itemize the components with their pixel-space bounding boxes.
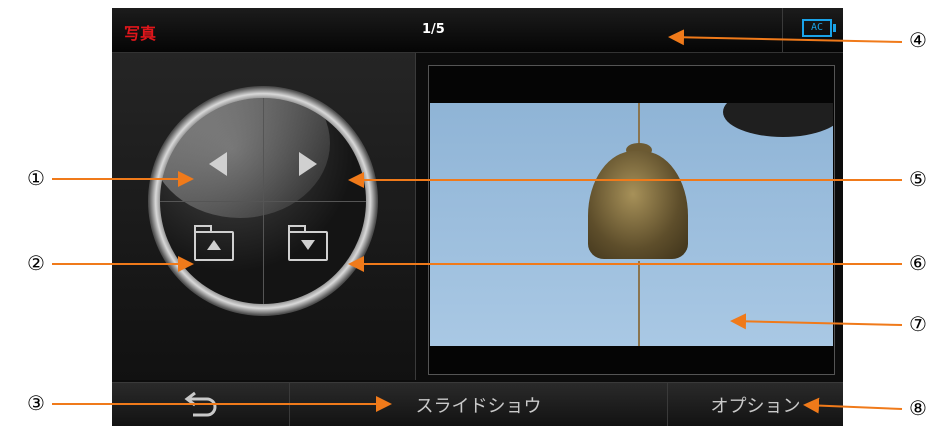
callout-7: ⑦	[909, 312, 927, 336]
callout-8: ⑧	[909, 396, 927, 420]
callout-5: ⑤	[909, 167, 927, 191]
callout-1: ①	[27, 166, 45, 190]
annotation-arrows	[52, 29, 903, 414]
callout-3: ③	[27, 391, 45, 415]
callout-2: ②	[27, 251, 45, 275]
callout-6: ⑥	[909, 251, 927, 275]
callout-4: ④	[909, 28, 927, 52]
